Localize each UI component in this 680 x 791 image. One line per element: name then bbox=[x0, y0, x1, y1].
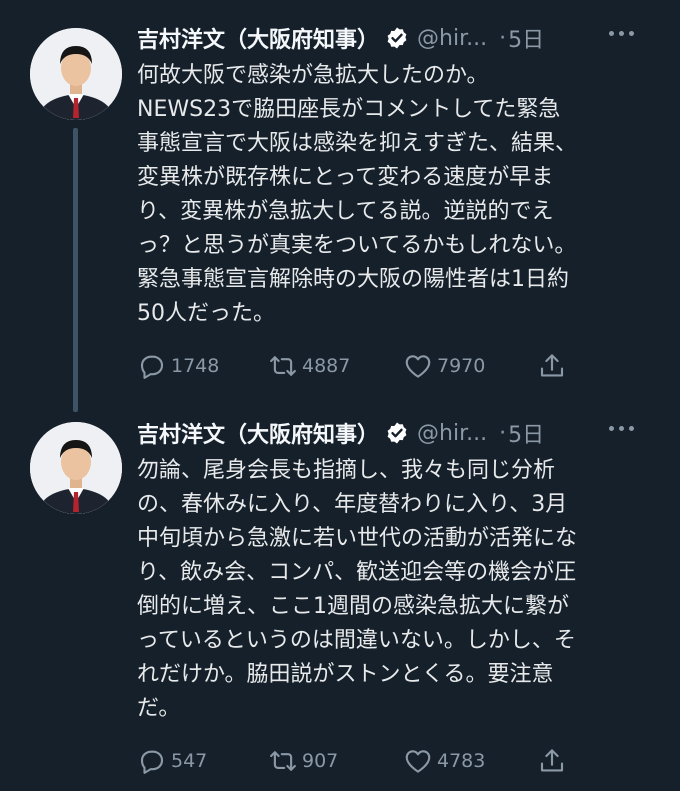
reply-count: 1748 bbox=[171, 355, 220, 377]
like-button[interactable]: 4783 bbox=[403, 746, 485, 776]
reply-button[interactable]: 1748 bbox=[137, 351, 219, 381]
more-options-icon[interactable] bbox=[609, 426, 634, 431]
tweet-text-line: NEWS23で脇田座長がコメントしてた緊急 bbox=[137, 97, 561, 122]
tweet-text-line: だ。 bbox=[137, 696, 181, 721]
tweet-time[interactable]: 5日 bbox=[508, 22, 544, 54]
tweet-text-line: 倒的に増え、ここ1週間の感染急拡大に繋が bbox=[137, 594, 569, 619]
like-button[interactable]: 7970 bbox=[403, 351, 485, 381]
author-handle[interactable]: @hir... bbox=[417, 421, 487, 446]
share-icon bbox=[540, 749, 564, 772]
tweet-2[interactable]: 吉村洋文（大阪府知事） @hir... · 5日 勿論、尾身会長も指摘し、我々も… bbox=[0, 412, 680, 791]
avatar[interactable] bbox=[30, 28, 122, 120]
tweet-text: 勿論、尾身会長も指摘し、我々も同じ分析 の、春休みに入り、年度替わりに入り、3月… bbox=[137, 454, 659, 726]
tweet-text-line: 事態宣言で大阪は感染を抑えすぎた、結果、 bbox=[137, 131, 578, 156]
like-count: 4783 bbox=[437, 750, 486, 772]
tweet-text-line: っているというのは間違いない。しかし、そ bbox=[137, 628, 576, 653]
thread-connector-line bbox=[73, 128, 78, 412]
verified-badge-icon bbox=[387, 422, 407, 444]
tweet-text-line: り、飲み会、コンパ、歓送迎会等の機会が圧 bbox=[137, 560, 577, 585]
retweet-button[interactable]: 4887 bbox=[268, 351, 350, 381]
tweet-text-line: 変異株が既存株にとって変わる速度が早ま bbox=[137, 165, 554, 190]
retweet-icon bbox=[270, 356, 296, 376]
heart-icon bbox=[405, 750, 431, 773]
retweet-count: 907 bbox=[302, 750, 339, 772]
tweet-text-line: 何故大阪で感染が急拡大したのか。 bbox=[137, 63, 489, 88]
separator-dot: · bbox=[499, 25, 507, 51]
tweet-text-line: っ？と思うが真実をついてるかもしれない。 bbox=[137, 233, 577, 258]
separator-dot: · bbox=[499, 420, 507, 446]
reply-icon bbox=[140, 750, 164, 774]
author-name[interactable]: 吉村洋文（大阪府知事） bbox=[137, 417, 379, 449]
retweet-count: 4887 bbox=[302, 355, 351, 377]
tweet-text: 何故大阪で感染が急拡大したのか。 NEWS23で脇田座長がコメントしてた緊急 事… bbox=[137, 59, 659, 331]
author-handle[interactable]: @hir... bbox=[417, 26, 487, 51]
share-icon bbox=[540, 354, 564, 377]
reply-button[interactable]: 547 bbox=[137, 746, 207, 776]
tweet-actions: 1748 4887 7970 bbox=[137, 348, 577, 384]
avatar-portrait-icon bbox=[30, 28, 122, 120]
tweet-text-line: の、春休みに入り、年度替わりに入り、3月 bbox=[137, 492, 568, 517]
retweet-icon bbox=[270, 751, 296, 771]
more-options-icon[interactable] bbox=[609, 31, 634, 36]
heart-icon bbox=[405, 355, 431, 378]
author-name[interactable]: 吉村洋文（大阪府知事） bbox=[137, 22, 379, 54]
tweet-time[interactable]: 5日 bbox=[508, 417, 544, 449]
like-count: 7970 bbox=[437, 355, 486, 377]
tweet-text-line: 中旬頃から急激に若い世代の活動が活発にな bbox=[137, 526, 578, 551]
tweet-text-line: 勿論、尾身会長も指摘し、我々も同じ分析 bbox=[137, 458, 556, 483]
retweet-button[interactable]: 907 bbox=[268, 746, 338, 776]
tweet-text-line: り、変異株が急拡大してる説。逆説的でえ bbox=[137, 199, 554, 224]
avatar[interactable] bbox=[30, 422, 122, 514]
share-button[interactable] bbox=[537, 746, 571, 776]
share-button[interactable] bbox=[537, 351, 571, 381]
verified-badge-icon bbox=[387, 27, 407, 49]
tweet-header: 吉村洋文（大阪府知事） @hir... · 5日 bbox=[137, 20, 664, 56]
tweet-actions: 547 907 4783 bbox=[137, 743, 577, 779]
tweet-1[interactable]: 吉村洋文（大阪府知事） @hir... · 5日 何故大阪で感染が急拡大したのか… bbox=[0, 0, 680, 412]
tweet-text-line: れだけか。脇田説がストンとくる。要注意 bbox=[137, 662, 554, 687]
tweet-header: 吉村洋文（大阪府知事） @hir... · 5日 bbox=[137, 415, 664, 451]
avatar-portrait-icon bbox=[30, 422, 122, 514]
reply-count: 547 bbox=[171, 750, 208, 772]
reply-icon bbox=[140, 355, 164, 379]
tweet-text-line: 緊急事態宣言解除時の大阪の陽性者は1日約 bbox=[137, 267, 569, 292]
tweet-text-line: 50人だった。 bbox=[137, 301, 275, 326]
